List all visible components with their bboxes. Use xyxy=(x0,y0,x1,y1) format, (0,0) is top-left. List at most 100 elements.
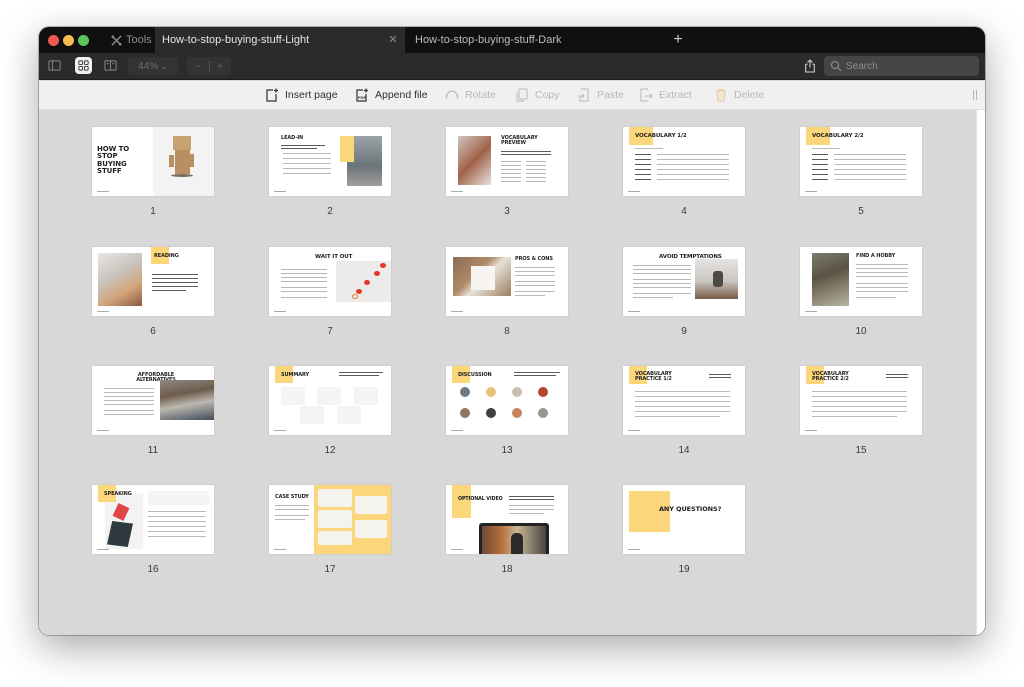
page-thumbnail-9[interactable]: AVOID TEMPTATIONS xyxy=(623,247,745,316)
slide-title: SUMMARY xyxy=(281,372,309,378)
page-thumbnail-7[interactable]: WAIT IT OUT xyxy=(269,247,391,316)
slide-title: SPEAKING xyxy=(104,491,132,497)
slide-footer xyxy=(274,191,286,192)
paste-label: Paste xyxy=(597,89,624,101)
page-number-2: 2 xyxy=(327,206,333,217)
page-number-5: 5 xyxy=(858,206,864,217)
page-number-14: 14 xyxy=(678,445,690,456)
page-thumbnail-3[interactable]: VOCABULARY PREVIEW xyxy=(446,127,568,196)
page-thumbnail-4[interactable]: VOCABULARY 1/2 xyxy=(623,127,745,196)
tab-dark-label: How-to-stop-buying-stuff-Dark xyxy=(415,34,562,46)
delete-label: Delete xyxy=(734,89,765,101)
page-thumbnail-8[interactable]: PROS & CONS xyxy=(446,247,568,316)
video-thumbnail[interactable] xyxy=(479,523,549,554)
search-field[interactable]: Search xyxy=(824,56,979,76)
zoom-level-dropdown[interactable]: 44% ⌄ xyxy=(128,57,178,75)
tab-dark[interactable]: How-to-stop-buying-stuff-Dark xyxy=(406,27,656,53)
insert-page-button[interactable]: Insert page xyxy=(265,86,338,104)
slide-footer xyxy=(805,191,817,192)
page-number-7: 7 xyxy=(327,326,333,337)
slide-footer xyxy=(628,311,640,312)
insert-page-label: Insert page xyxy=(285,89,338,101)
slide-footer xyxy=(274,549,286,550)
slide-footer xyxy=(628,549,640,550)
grid-view-button[interactable] xyxy=(75,57,92,74)
copy-icon xyxy=(516,88,528,102)
tab-light[interactable]: How-to-stop-buying-stuff-Light ✕ xyxy=(155,27,405,53)
slide-footer xyxy=(97,430,109,431)
append-file-label: Append file xyxy=(375,89,428,101)
page-number-17: 17 xyxy=(324,564,336,575)
page-number-4: 4 xyxy=(681,206,687,217)
append-file-button[interactable]: PDF Append file xyxy=(355,86,428,104)
page-thumbnail-15[interactable]: VOCABULARY PRACTICE 2/2 xyxy=(800,366,922,435)
close-window-button[interactable] xyxy=(48,35,59,46)
slide-title: WAIT IT OUT xyxy=(315,254,353,260)
page-thumbnail-16[interactable]: SPEAKING xyxy=(92,485,214,554)
slide-footer xyxy=(805,311,817,312)
sidebar-icon xyxy=(48,60,61,71)
two-page-icon xyxy=(104,60,117,71)
slide-footer xyxy=(97,549,109,550)
page-thumbnail-18[interactable]: OPTIONAL VIDEO xyxy=(446,485,568,554)
slide-title: VOCABULARY PREVIEW xyxy=(501,135,538,147)
page-thumbnail-13[interactable]: DISCUSSION xyxy=(446,366,568,435)
svg-text:PDF: PDF xyxy=(358,95,367,100)
page-thumbnail-10[interactable]: FIND A HOBBY xyxy=(800,247,922,316)
page-number-12: 12 xyxy=(324,445,336,456)
slide-title: CASE STUDY xyxy=(275,494,309,500)
share-button[interactable] xyxy=(802,57,818,75)
page-thumbnail-5[interactable]: VOCABULARY 2/2 xyxy=(800,127,922,196)
slide-footer xyxy=(628,191,640,192)
tools-button[interactable]: Tools xyxy=(111,27,152,53)
app-window: Tools How-to-stop-buying-stuff-Light ✕ H… xyxy=(39,27,985,635)
slide-title: VOCABULARY PRACTICE 1/2 xyxy=(635,371,672,383)
rotate-button[interactable]: Rotate xyxy=(445,86,496,104)
copy-button[interactable]: Copy xyxy=(515,86,560,104)
page-actions-bar: Insert page PDF Append file Rotate Copy … xyxy=(39,81,985,110)
page-thumbnail-19[interactable]: ANY QUESTIONS? xyxy=(623,485,745,554)
zoom-out-button[interactable]: − xyxy=(187,59,209,73)
tab-bar: Tools How-to-stop-buying-stuff-Light ✕ H… xyxy=(39,27,985,53)
zoom-window-button[interactable] xyxy=(78,35,89,46)
slide-title: DISCUSSION xyxy=(458,372,492,378)
page-thumbnail-12[interactable]: SUMMARY xyxy=(269,366,391,435)
tools-icon xyxy=(111,34,122,46)
slide-footer xyxy=(97,311,109,312)
page-thumbnail-11[interactable]: AFFORDABLE ALTERNATIVES xyxy=(92,366,214,435)
page-thumbnail-17[interactable]: CASE STUDY xyxy=(269,485,391,554)
zoom-in-button[interactable]: + xyxy=(210,59,232,73)
slide-footer xyxy=(97,191,109,192)
vertical-scrollbar[interactable] xyxy=(976,110,985,635)
page-thumbnail-1[interactable]: HOW TO STOP BUYING STUFF xyxy=(92,127,214,196)
page-number-18: 18 xyxy=(501,564,513,575)
page-number-19: 19 xyxy=(678,564,690,575)
sidebar-view-button[interactable] xyxy=(46,57,63,74)
resize-handle[interactable] xyxy=(973,90,977,100)
page-thumbnail-14[interactable]: VOCABULARY PRACTICE 1/2 xyxy=(623,366,745,435)
close-tab-icon[interactable]: ✕ xyxy=(386,33,400,47)
minimize-window-button[interactable] xyxy=(63,35,74,46)
page-number-8: 8 xyxy=(504,326,510,337)
two-page-view-button[interactable] xyxy=(102,57,119,74)
slide-footer xyxy=(451,549,463,550)
plus-icon: + xyxy=(673,31,683,48)
share-icon xyxy=(805,59,815,73)
page-thumbnail-6[interactable]: READING xyxy=(92,247,214,316)
slide-image xyxy=(695,259,738,299)
paste-button[interactable]: Paste xyxy=(577,86,624,104)
rotate-label: Rotate xyxy=(465,89,496,101)
slide-image xyxy=(153,127,214,196)
delete-button[interactable]: Delete xyxy=(714,86,764,104)
page-grid: HOW TO STOP BUYING STUFF 1 LEAD-IN 2 VOC… xyxy=(39,110,976,635)
new-tab-button[interactable]: + xyxy=(669,31,687,49)
slide-title: LEAD-IN xyxy=(281,135,304,141)
page-number-6: 6 xyxy=(150,326,156,337)
copy-label: Copy xyxy=(535,89,560,101)
slide-image xyxy=(160,380,214,420)
page-thumbnail-2[interactable]: LEAD-IN xyxy=(269,127,391,196)
page-number-3: 3 xyxy=(504,206,510,217)
zoom-stepper: − + xyxy=(187,57,231,75)
extract-button[interactable]: Extract xyxy=(639,86,692,104)
chevron-down-icon: ⌄ xyxy=(161,61,168,71)
